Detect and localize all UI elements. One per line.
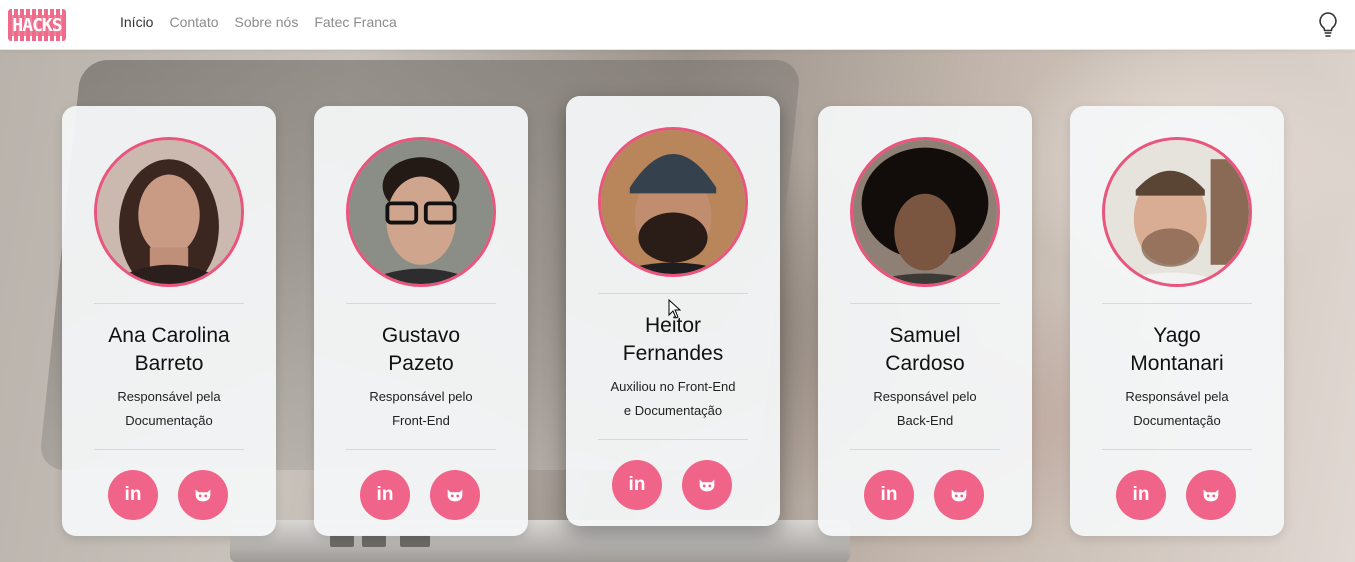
main-nav: Início Contato Sobre nós Fatec Franca (120, 14, 397, 30)
divider (1102, 303, 1252, 304)
avatar (94, 137, 244, 287)
divider (598, 439, 748, 440)
brand-logo-text: HACKS (10, 14, 64, 36)
member-role: Responsável pela Documentação (1125, 389, 1229, 428)
linkedin-icon: in (880, 484, 898, 505)
linkedin-icon: in (124, 484, 142, 505)
member-role: Responsável pela Documentação (117, 389, 221, 428)
background-key (330, 535, 354, 547)
linkedin-button[interactable]: in (1116, 470, 1166, 520)
background-key (400, 535, 430, 547)
nav-item-inicio[interactable]: Início (120, 14, 153, 30)
member-role: Responsável pelo Front-End (369, 389, 473, 428)
avatar (850, 137, 1000, 287)
avatar (346, 137, 496, 287)
brand-logo[interactable]: HACKS (8, 9, 66, 41)
lightbulb-icon[interactable] (1316, 11, 1340, 39)
linkedin-icon: in (1132, 484, 1150, 505)
github-icon (195, 489, 211, 502)
divider (1102, 449, 1252, 450)
nav-item-sobre-nos[interactable]: Sobre nós (235, 14, 299, 30)
divider (94, 449, 244, 450)
linkedin-button[interactable]: in (360, 470, 410, 520)
divider (598, 293, 748, 294)
team-card-yago: Yago Montanari Responsável pela Documentaç… (1070, 106, 1284, 536)
member-name: Gustavo Pazeto (381, 324, 461, 375)
divider (346, 303, 496, 304)
member-role: Auxiliou no Front-End e Documentação (610, 379, 736, 418)
avatar (598, 127, 748, 277)
github-button[interactable] (430, 470, 480, 520)
linkedin-button[interactable]: in (108, 470, 158, 520)
linkedin-button[interactable]: in (612, 460, 662, 510)
member-name: Ana Carolina Barreto (108, 324, 230, 375)
divider (850, 303, 1000, 304)
divider (94, 303, 244, 304)
linkedin-icon: in (628, 474, 646, 495)
divider (346, 449, 496, 450)
top-navbar: HACKS Início Contato Sobre nós Fatec Fra… (0, 0, 1355, 50)
linkedin-icon: in (376, 484, 394, 505)
github-button[interactable] (178, 470, 228, 520)
github-icon (1203, 489, 1219, 502)
nav-item-contato[interactable]: Contato (169, 14, 218, 30)
member-name: Heitor Fernandes (622, 314, 724, 365)
github-button[interactable] (1186, 470, 1236, 520)
divider (850, 449, 1000, 450)
member-name: Samuel Cardoso (885, 324, 965, 375)
member-role: Responsável pelo Back-End (873, 389, 977, 428)
nav-item-fatec-franca[interactable]: Fatec Franca (314, 14, 396, 30)
github-icon (699, 479, 715, 492)
team-card-samuel: Samuel Cardoso Responsável pelo Back-End i… (818, 106, 1032, 536)
github-button[interactable] (934, 470, 984, 520)
github-button[interactable] (682, 460, 732, 510)
linkedin-button[interactable]: in (864, 470, 914, 520)
team-card-gustavo: Gustavo Pazeto Responsável pelo Front-End … (314, 106, 528, 536)
background-key (362, 535, 386, 547)
avatar (1102, 137, 1252, 287)
member-name: Yago Montanari (1130, 324, 1224, 375)
github-icon (951, 489, 967, 502)
github-icon (447, 489, 463, 502)
mouse-cursor-icon (668, 299, 682, 319)
team-card-ana: Ana Carolina Barreto Responsável pela Docu… (62, 106, 276, 536)
